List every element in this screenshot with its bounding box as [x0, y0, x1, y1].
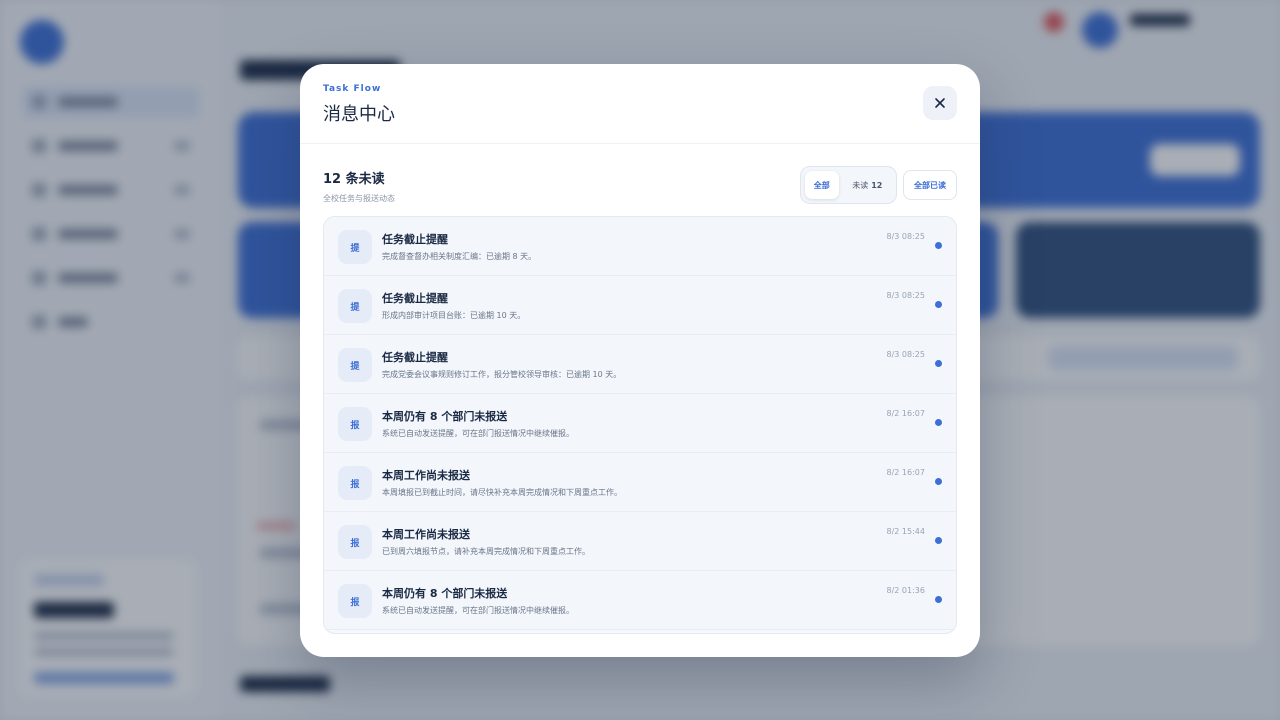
- notification-type-icon: 报: [338, 525, 372, 559]
- notification-time: 8/3 08:25: [886, 291, 925, 300]
- notification-desc: 系统已自动发送提醒，可在部门报送情况中继续催报。: [382, 606, 574, 615]
- notification-type-icon: 提: [338, 348, 372, 382]
- notification-time: 8/2 16:07: [886, 468, 925, 477]
- notification-time: 8/3 08:25: [886, 350, 925, 359]
- notification-desc: 完成督查督办相关制度汇编：已逾期 8 天。: [382, 252, 537, 261]
- notification-title: 任务截止提醒: [382, 351, 448, 364]
- modal-header: Task Flow 消息中心: [300, 64, 980, 144]
- summary-subtitle: 全校任务与报送动态: [323, 194, 395, 203]
- notification-title: 任务截止提醒: [382, 292, 448, 305]
- notification-desc: 系统已自动发送提醒，可在部门报送情况中继续催报。: [382, 429, 574, 438]
- message-center-modal: Task Flow 消息中心 12 条未读 全校任务与报送动态 全部 未读 12 …: [300, 64, 980, 657]
- filter-segment: 全部 未读 12: [800, 166, 897, 204]
- filter-unread-count: 12: [871, 180, 883, 190]
- unread-dot-icon: [935, 537, 942, 544]
- close-icon: [935, 98, 945, 108]
- notification-title: 本周工作尚未报送: [382, 469, 470, 482]
- unread-dot-icon: [935, 360, 942, 367]
- unread-dot-icon: [935, 419, 942, 426]
- notification-desc: 形成内部审计项目台账：已逾期 10 天。: [382, 311, 526, 320]
- notification-type-icon: 提: [338, 230, 372, 264]
- notification-time: 8/2 15:44: [886, 527, 925, 536]
- notification-type-icon: 提: [338, 289, 372, 323]
- notification-title: 任务截止提醒: [382, 233, 448, 246]
- notification-item[interactable]: 提任务截止提醒完成督查督办相关制度汇编：已逾期 8 天。 8/3 08:25: [324, 217, 956, 276]
- notification-time: 8/3 08:25: [886, 232, 925, 241]
- notification-title: 本周工作尚未报送: [382, 528, 470, 541]
- filter-all-tab[interactable]: 全部: [805, 171, 839, 199]
- notification-item[interactable]: 提任务截止提醒完成党委会议事规则修订工作，报分管校领导审核：已逾期 10 天。 8…: [324, 335, 956, 394]
- notification-desc: 本周填报已到截止时间，请尽快补充本周完成情况和下周重点工作。: [382, 488, 622, 497]
- notification-time: 8/2 16:07: [886, 409, 925, 418]
- notification-desc: 完成党委会议事规则修订工作，报分管校领导审核：已逾期 10 天。: [382, 370, 622, 379]
- filter-unread-label: 未读: [852, 180, 869, 190]
- filter-unread-tab[interactable]: 未读 12: [843, 171, 892, 199]
- mark-all-read-button[interactable]: 全部已读: [903, 170, 957, 200]
- notification-title: 本周仍有 8 个部门未报送: [382, 410, 508, 423]
- notification-type-icon: 报: [338, 466, 372, 500]
- notification-item[interactable]: 报本周仍有 8 个部门未报送系统已自动发送提醒，可在部门报送情况中继续催报。 8/…: [324, 571, 956, 630]
- notification-item[interactable]: 报本周工作尚未报送本周填报已到截止时间，请尽快补充本周完成情况和下周重点工作。 8…: [324, 453, 956, 512]
- notification-title: 本周仍有 8 个部门未报送: [382, 587, 508, 600]
- unread-dot-icon: [935, 478, 942, 485]
- unread-summary: 12 条未读 全校任务与报送动态: [323, 168, 395, 204]
- notification-type-icon: 报: [338, 584, 372, 618]
- close-button[interactable]: [923, 86, 957, 120]
- unread-dot-icon: [935, 301, 942, 308]
- notification-list: 提任务截止提醒 完成督查督办相关制度汇编：已逾期 8 天。 8/3 08:25 提任务…: [323, 216, 957, 634]
- modal-title: 消息中心: [323, 104, 395, 125]
- unread-count-label: 12 条未读: [323, 172, 385, 187]
- notification-item[interactable]: 报本周工作尚未报送已到周六填报节点，请补充本周完成情况和下周重点工作。 8/2 1…: [324, 512, 956, 571]
- unread-dot-icon: [935, 242, 942, 249]
- unread-dot-icon: [935, 596, 942, 603]
- brand-label: Task Flow: [323, 84, 382, 94]
- notification-time: 8/2 01:36: [886, 586, 925, 595]
- notification-item[interactable]: 提任务截止提醒形成内部审计项目台账：已逾期 10 天。 8/3 08:25: [324, 276, 956, 335]
- notification-item[interactable]: 报本周仍有 8 个部门未报送系统已自动发送提醒，可在部门报送情况中继续催报。 8/…: [324, 394, 956, 453]
- notification-desc: 已到周六填报节点，请补充本周完成情况和下周重点工作。: [382, 547, 590, 556]
- notification-type-icon: 报: [338, 407, 372, 441]
